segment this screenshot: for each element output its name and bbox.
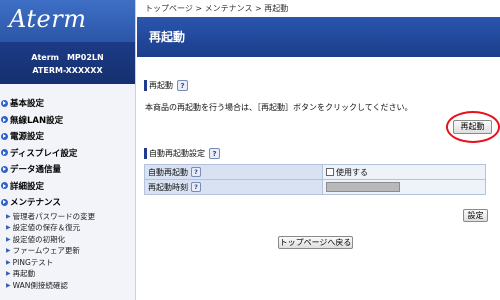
logo-area: Aterm — [0, 0, 135, 42]
section-marker — [144, 80, 147, 91]
arrow-bullet-icon — [1, 165, 8, 173]
highlight-circle — [446, 111, 500, 143]
sidebar-item-label: 詳細設定 — [10, 181, 45, 192]
restart-time-label: 再起動時刻 — [148, 182, 188, 192]
auto-restart-value-cell: 使用する — [322, 164, 486, 180]
triangle-right-icon: ▶ — [6, 270, 11, 278]
arrow-bullet-icon — [1, 198, 8, 206]
page-title: 再起動 — [149, 30, 186, 44]
sidebar-subitem-label: 設定値の初期化 — [12, 234, 66, 244]
model-name: Aterm MP02LN — [31, 53, 104, 62]
sidebar: Aterm Aterm MP02LN ATERM-XXXXXX 基本設定 無線L… — [0, 0, 136, 300]
title-bar: 再起動 — [137, 17, 500, 57]
sidebar-subitem-factory-reset[interactable]: ▶ 設定値の初期化 — [0, 234, 135, 246]
breadcrumb: トップページ > メンテナンス > 再起動 — [145, 4, 289, 13]
auto-restart-title: 自動再起動設定 — [149, 149, 205, 158]
restart-time-value-cell — [322, 179, 486, 195]
auto-restart-label: 自動再起動 — [148, 167, 188, 177]
triangle-right-icon: ▶ — [6, 281, 11, 289]
sidebar-subitem-backup-restore[interactable]: ▶ 設定値の保存＆復元 — [0, 222, 135, 234]
auto-restart-checkbox-label: 使用する — [336, 167, 368, 177]
triangle-right-icon: ▶ — [6, 224, 11, 232]
sidebar-subitem-wan-check[interactable]: ▶ WAN側接続確認 — [0, 280, 135, 292]
auto-restart-checkbox[interactable] — [326, 168, 334, 176]
table-row: 自動再起動? 使用する — [144, 164, 486, 180]
arrow-bullet-icon — [1, 132, 8, 140]
help-icon[interactable]: ? — [191, 167, 201, 177]
triangle-right-icon: ▶ — [6, 235, 11, 243]
device-id: ATERM-XXXXXX — [32, 66, 103, 75]
auto-restart-heading: 自動再起動設定 ? — [144, 148, 220, 159]
aterm-logo: Aterm — [9, 5, 87, 33]
restart-time-field[interactable] — [326, 182, 400, 192]
sidebar-item-label: 無線LAN設定 — [10, 115, 64, 126]
sidebar-item-basic-settings[interactable]: 基本設定 — [0, 95, 135, 112]
sidebar-subitem-firmware-update[interactable]: ▶ ファームウェア更新 — [0, 245, 135, 257]
help-icon[interactable]: ? — [191, 182, 201, 192]
restart-section-title: 再起動 — [149, 81, 173, 90]
arrow-bullet-icon — [1, 116, 8, 124]
restart-section-heading: 再起動 ? — [144, 80, 188, 91]
arrow-bullet-icon — [1, 149, 8, 157]
back-to-top-button[interactable]: トップページへ戻る — [278, 236, 353, 249]
sidebar-item-data-usage[interactable]: データ通信量 — [0, 161, 135, 178]
sidebar-subitem-label: ファームウェア更新 — [12, 246, 80, 256]
restart-time-label-cell: 再起動時刻? — [144, 179, 323, 195]
sidebar-item-wlan-settings[interactable]: 無線LAN設定 — [0, 112, 135, 129]
sidebar-subitem-label: PINGテスト — [12, 257, 54, 267]
triangle-right-icon: ▶ — [6, 212, 11, 220]
sidebar-item-label: データ通信量 — [10, 165, 62, 176]
sidebar-item-label: 基本設定 — [10, 99, 45, 110]
set-button[interactable]: 設定 — [463, 209, 488, 222]
model-info: Aterm MP02LN ATERM-XXXXXX — [0, 42, 135, 84]
restart-description: 本商品の再起動を行う場合は、［再起動］ボタンをクリックしてください。 — [145, 103, 413, 112]
help-icon[interactable]: ? — [177, 80, 188, 91]
sidebar-subitem-label: 管理者パスワードの変更 — [12, 211, 96, 221]
sidebar-subitem-ping-test[interactable]: ▶ PINGテスト — [0, 257, 135, 269]
section-marker — [144, 148, 147, 159]
sidebar-subitem-restart[interactable]: ▶ 再起動 — [0, 268, 135, 280]
arrow-bullet-icon — [1, 182, 8, 190]
sidebar-item-label: 電源設定 — [10, 132, 45, 143]
arrow-bullet-icon — [1, 99, 8, 107]
sidebar-subitem-admin-password[interactable]: ▶ 管理者パスワードの変更 — [0, 211, 135, 223]
sidebar-item-power-settings[interactable]: 電源設定 — [0, 128, 135, 145]
auto-restart-table: 自動再起動? 使用する 再起動時刻? — [144, 164, 486, 195]
auto-restart-label-cell: 自動再起動? — [144, 164, 323, 180]
triangle-right-icon: ▶ — [6, 247, 11, 255]
triangle-right-icon: ▶ — [6, 258, 11, 266]
sidebar-subitem-label: 再起動 — [12, 269, 36, 279]
sidebar-item-label: ディスプレイ設定 — [10, 148, 78, 159]
sidebar-item-advanced-settings[interactable]: 詳細設定 — [0, 178, 135, 195]
table-row: 再起動時刻? — [144, 179, 486, 195]
help-icon[interactable]: ? — [209, 148, 220, 159]
sidebar-subitem-label: 設定値の保存＆復元 — [12, 223, 81, 233]
sidebar-item-display-settings[interactable]: ディスプレイ設定 — [0, 145, 135, 162]
sidebar-item-maintenance[interactable]: メンテナンス — [0, 194, 135, 211]
sidebar-subitem-label: WAN側接続確認 — [12, 280, 68, 290]
sidebar-item-label: メンテナンス — [10, 198, 61, 209]
sidebar-nav: 基本設定 無線LAN設定 電源設定 ディスプレイ設定 データ通信量 詳細設定 メ… — [0, 84, 135, 291]
